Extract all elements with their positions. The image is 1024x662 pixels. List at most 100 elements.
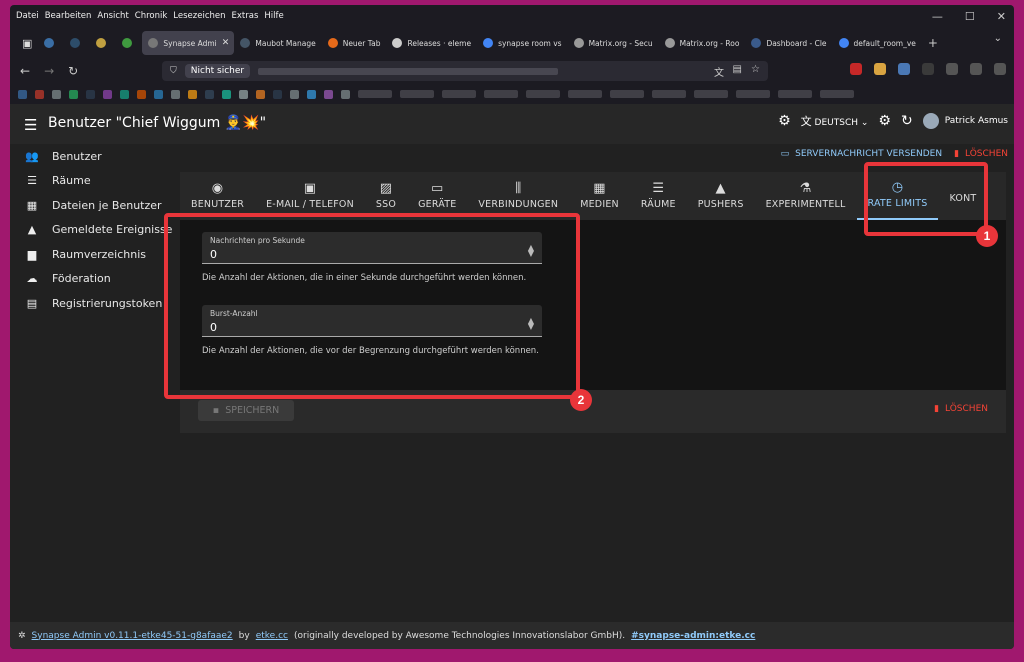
menu-datei[interactable]: Datei <box>16 11 39 21</box>
sidebar-item-benutzer[interactable]: 👥 Benutzer <box>10 144 178 169</box>
translate-icon[interactable]: 文 <box>714 64 724 79</box>
browser-tab[interactable]: Synapse Admi ✕ <box>142 31 235 55</box>
app-menu-icon[interactable] <box>994 63 1006 75</box>
send-server-message-button[interactable]: ▭ SERVERNACHRICHT VERSENDEN <box>781 149 942 159</box>
reader-icon[interactable]: ▤ <box>733 64 742 75</box>
sidebar-icon[interactable] <box>970 63 982 75</box>
tab-list-icon[interactable]: ⌄ <box>994 33 1002 44</box>
bookmark-item[interactable] <box>358 90 392 98</box>
browser-tab[interactable]: Neuer Tab <box>322 31 387 55</box>
user-menu[interactable]: Patrick Asmus <box>922 113 1008 129</box>
tab-pushers[interactable]: ▲ PUSHERS <box>687 172 755 220</box>
message-icon: ▭ <box>780 149 790 159</box>
puzzle-icon[interactable] <box>946 63 958 75</box>
tab-experimentell[interactable]: ⚗ EXPERIMENTELL <box>755 172 857 220</box>
bookmark-item[interactable] <box>568 90 602 98</box>
not-secure-badge[interactable]: Nicht sicher <box>184 64 251 78</box>
menu-ansicht[interactable]: Ansicht <box>97 11 128 21</box>
delete-button[interactable]: ▮ LÖSCHEN <box>934 404 988 414</box>
reload-icon[interactable]: ↻ <box>68 64 78 78</box>
sidebar-item-gemeldete-ereignisse[interactable]: ▲ Gemeldete Ereignisse <box>10 218 178 243</box>
back-icon[interactable]: ← <box>20 64 30 78</box>
sidebar-item-registrierungstoken[interactable]: ▤ Registrierungstoken <box>10 291 178 316</box>
browser-tab[interactable] <box>38 31 64 55</box>
bookmark-item[interactable] <box>526 90 560 98</box>
sidebar-item-raumverzeichnis[interactable]: ▆ Raumverzeichnis <box>10 242 178 267</box>
tab-räume[interactable]: ☰ RÄUME <box>630 172 687 220</box>
bookmark-icon[interactable] <box>120 89 129 99</box>
bookmark-item[interactable] <box>694 90 728 98</box>
bookmark-item[interactable] <box>442 90 476 98</box>
new-tab-icon[interactable]: + <box>928 36 938 50</box>
star-icon[interactable]: ☆ <box>751 64 760 75</box>
refresh-icon[interactable]: ↻ <box>901 113 913 129</box>
menu-bearbeiten[interactable]: Bearbeiten <box>45 11 92 21</box>
url-bar[interactable]: ⛉ Nicht sicher 文 ▤ ☆ <box>162 61 768 81</box>
bookmark-icon[interactable] <box>171 89 180 99</box>
extension-icon[interactable] <box>850 63 862 75</box>
bookmark-icon[interactable] <box>239 89 248 99</box>
close-tab-icon[interactable]: ✕ <box>222 38 230 48</box>
terminal-icon[interactable] <box>922 63 934 75</box>
bookmark-icon[interactable] <box>86 89 95 99</box>
browser-tab[interactable]: Maubot Manage <box>234 31 321 55</box>
save-button[interactable]: ▪ SPEICHERN <box>198 400 294 421</box>
bookmark-icon[interactable] <box>290 89 299 99</box>
menu-icon[interactable]: ☰ <box>24 116 37 134</box>
tab-overview-icon[interactable]: ▣ <box>16 31 38 55</box>
browser-tab[interactable] <box>64 31 90 55</box>
sidebar-item-räume[interactable]: ☰ Räume <box>10 169 178 194</box>
bookmark-item[interactable] <box>778 90 812 98</box>
etke-link[interactable]: etke.cc <box>256 631 288 641</box>
extension-icon[interactable] <box>874 63 886 75</box>
bookmark-icon[interactable] <box>205 89 214 99</box>
sidebar-item-dateien-je-benutzer[interactable]: ▦ Dateien je Benutzer <box>10 193 178 218</box>
browser-tab[interactable]: synapse room vs <box>477 31 568 55</box>
theme-icon[interactable]: ⚙ <box>878 113 891 129</box>
bookmark-icon[interactable] <box>69 89 78 99</box>
bookmark-icon[interactable] <box>154 89 163 99</box>
browser-tab[interactable]: Dashboard - Cle <box>745 31 832 55</box>
bookmark-item[interactable] <box>820 90 854 98</box>
bookmark-icon[interactable] <box>18 89 27 99</box>
bookmark-item[interactable] <box>484 90 518 98</box>
browser-tab[interactable] <box>116 31 142 55</box>
bookmark-item[interactable] <box>652 90 686 98</box>
bookmark-icon[interactable] <box>222 89 231 99</box>
browser-tab[interactable]: Matrix.org - Roo <box>659 31 746 55</box>
bookmark-icon[interactable] <box>35 89 44 99</box>
bookmark-icon[interactable] <box>341 89 350 99</box>
bookmark-icon[interactable] <box>52 89 61 99</box>
extension-icon[interactable] <box>898 63 910 75</box>
maximize-icon[interactable]: ☐ <box>965 10 975 23</box>
bookmark-icon[interactable] <box>324 89 333 99</box>
sidebar-item-föderation[interactable]: ☁ Föderation <box>10 267 178 292</box>
avatar <box>922 113 939 129</box>
menu-extras[interactable]: Extras <box>232 11 259 21</box>
bookmark-icon[interactable] <box>256 89 265 99</box>
browser-tab[interactable]: default_room_ve <box>833 31 922 55</box>
menu-chronik[interactable]: Chronik <box>135 11 168 21</box>
bookmark-item[interactable] <box>736 90 770 98</box>
menu-hilfe[interactable]: Hilfe <box>264 11 283 21</box>
room-link[interactable]: #synapse-admin:etke.cc <box>631 631 755 641</box>
bookmark-icon[interactable] <box>307 89 316 99</box>
shield-icon[interactable]: ⛉ <box>170 66 177 76</box>
delete-user-button[interactable]: ▮ LÖSCHEN <box>954 149 1008 159</box>
browser-tab[interactable] <box>90 31 116 55</box>
bookmark-item[interactable] <box>610 90 644 98</box>
bookmark-icon[interactable] <box>188 89 197 99</box>
menu-lesezeichen[interactable]: Lesezeichen <box>173 11 225 21</box>
bookmark-icon[interactable] <box>103 89 112 99</box>
language-selector[interactable]: 文 DEUTSCH ⌄ <box>801 113 869 129</box>
settings-icon[interactable]: ⚙ <box>778 113 791 129</box>
bookmark-icon[interactable] <box>273 89 282 99</box>
bookmark-icon[interactable] <box>137 89 146 99</box>
version-link[interactable]: Synapse Admin v0.11.1-etke45-51-g8afaae2 <box>32 631 233 641</box>
browser-tab[interactable]: Matrix.org - Secu <box>568 31 659 55</box>
forward-icon[interactable]: → <box>44 64 54 78</box>
minimize-icon[interactable]: — <box>932 10 943 23</box>
close-icon[interactable]: ✕ <box>997 10 1006 23</box>
bookmark-item[interactable] <box>400 90 434 98</box>
browser-tab[interactable]: Releases · eleme <box>386 31 477 55</box>
